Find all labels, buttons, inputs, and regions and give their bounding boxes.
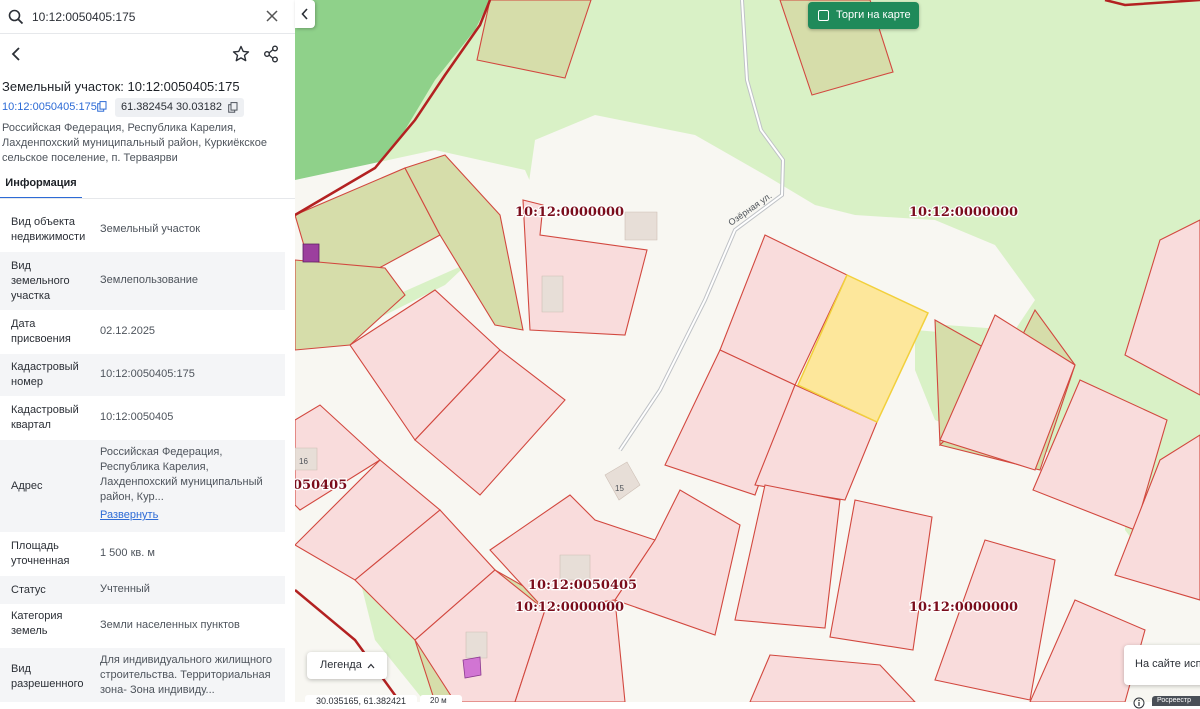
coordinates-chip[interactable]: 61.382454 30.03182 bbox=[115, 98, 244, 117]
cadastral-label: 10:12:0000000 bbox=[515, 205, 624, 220]
marker-square[interactable] bbox=[462, 656, 482, 679]
cadastral-number-text[interactable]: 10:12:0050405:175 bbox=[2, 101, 97, 113]
tab-divider bbox=[0, 198, 295, 199]
building bbox=[624, 211, 658, 241]
auctions-label: Торги на карте bbox=[836, 9, 911, 21]
property-label: Вид объекта недвижимости bbox=[11, 216, 86, 243]
address-line: Лахденпохский муниципальный район, Курки… bbox=[2, 137, 267, 149]
property-label: Кадастровый номер bbox=[11, 361, 79, 388]
property-value: Земельный участок bbox=[100, 223, 201, 235]
share-icon[interactable] bbox=[263, 45, 279, 63]
table-row: Дата присвоения 02.12.2025 bbox=[0, 310, 285, 354]
notice-text: На сайте исп bbox=[1135, 658, 1200, 670]
property-label: Площадь уточненная bbox=[11, 540, 70, 567]
panel-toolbar bbox=[0, 36, 295, 72]
cadastral-label: 10:12:0000000 bbox=[909, 205, 1018, 220]
building bbox=[541, 275, 564, 313]
property-value: Учтенный bbox=[100, 583, 150, 595]
property-label: Вид разрешенного bbox=[11, 663, 84, 690]
cadastral-label: 10:12:0050405 bbox=[528, 578, 637, 593]
house-number: 15 bbox=[615, 484, 624, 493]
table-row: Адрес Российская Федерация, Республика К… bbox=[0, 440, 285, 532]
table-row: Кадастровый квартал 10:12:0050405 bbox=[0, 396, 285, 440]
cadastral-label: 050405 bbox=[295, 478, 347, 493]
property-value: 02.12.2025 bbox=[100, 325, 156, 337]
identifier-chips: 10:12:0050405:175 61.382454 30.03182 bbox=[0, 98, 295, 118]
checkbox-icon[interactable] bbox=[818, 10, 829, 21]
property-label: Адрес bbox=[11, 480, 43, 492]
search-input[interactable] bbox=[30, 5, 260, 29]
property-value: Земли населенных пунктов bbox=[100, 619, 240, 631]
copy-icon[interactable] bbox=[228, 102, 238, 113]
cursor-coordinates: 30.035165, 61.382421 bbox=[305, 695, 417, 707]
scale-bar: 20 м bbox=[420, 695, 462, 707]
chevron-left-icon bbox=[301, 8, 308, 20]
search-bar bbox=[0, 0, 295, 34]
cadastral-number-link[interactable]: 10:12:0050405:175 bbox=[2, 101, 107, 113]
table-row: Кадастровый номер 10:12:0050405:175 bbox=[0, 354, 285, 396]
property-value: 10:12:0050405:175 bbox=[100, 368, 195, 380]
address-line: Российская Федерация, Республика Карелия… bbox=[2, 122, 237, 134]
info-panel: Земельный участок: 10:12:0050405:175 10:… bbox=[0, 0, 295, 702]
expand-link[interactable]: Развернуть bbox=[100, 508, 280, 523]
property-label: Вид земельного участка bbox=[11, 260, 70, 302]
cookie-notice[interactable]: На сайте исп bbox=[1124, 645, 1200, 685]
table-row: Вид разрешенного Для индивидуального жили… bbox=[0, 648, 285, 702]
cadastral-map[interactable]: Озёрная ул. 16 15 10:12:0000000 10:12:00… bbox=[295, 0, 1200, 702]
copyright-badge: Росреестр bbox=[1152, 696, 1200, 706]
table-row: Статус Учтенный bbox=[0, 576, 285, 604]
property-label: Категория земель bbox=[11, 610, 63, 637]
building bbox=[559, 554, 591, 581]
table-row: Категория земель Земли населенных пунктов bbox=[0, 604, 285, 648]
property-value: Для индивидуального жилищного строительс… bbox=[100, 654, 273, 696]
legend-button[interactable]: Легенда bbox=[307, 652, 387, 679]
star-icon[interactable] bbox=[232, 45, 250, 63]
page-title: Земельный участок: 10:12:0050405:175 bbox=[2, 79, 240, 94]
building bbox=[465, 631, 488, 659]
chevron-up-icon bbox=[367, 663, 375, 669]
cadastral-label: 10:12:0000000 bbox=[515, 600, 624, 615]
property-label: Статус bbox=[11, 584, 46, 596]
marker-square[interactable] bbox=[302, 243, 320, 263]
coordinates-text: 61.382454 30.03182 bbox=[121, 101, 222, 113]
info-icon[interactable] bbox=[1133, 697, 1145, 709]
property-value: 1 500 кв. м bbox=[100, 547, 155, 559]
copy-icon[interactable] bbox=[97, 101, 107, 112]
collapse-panel-button[interactable] bbox=[295, 0, 315, 28]
property-label: Кадастровый квартал bbox=[11, 404, 79, 431]
legend-label: Легенда bbox=[320, 659, 362, 671]
back-arrow-icon[interactable] bbox=[9, 46, 23, 62]
auctions-toggle-button[interactable]: Торги на карте bbox=[808, 2, 919, 29]
property-label: Дата присвоения bbox=[11, 318, 71, 345]
property-value: Землепользование bbox=[100, 274, 199, 286]
property-value: Российская Федерация, Республика Карелия… bbox=[100, 445, 280, 523]
address-line: сельское поселение, п. Терваярви bbox=[2, 152, 178, 164]
house-number: 16 bbox=[299, 457, 308, 466]
close-icon[interactable] bbox=[265, 9, 279, 23]
table-row: Вид объекта недвижимости Земельный участо… bbox=[0, 208, 285, 252]
cadastral-label: 10:12:0000000 bbox=[909, 600, 1018, 615]
table-row: Вид земельного участка Землепользование bbox=[0, 252, 285, 310]
table-row: Площадь уточненная 1 500 кв. м bbox=[0, 532, 285, 576]
map-canvas[interactable]: Озёрная ул. 16 15 10:12:0000000 10:12:00… bbox=[295, 0, 1200, 702]
tab-information[interactable]: Информация bbox=[0, 171, 82, 199]
search-icon bbox=[8, 9, 24, 25]
property-value: 10:12:0050405 bbox=[100, 411, 174, 423]
